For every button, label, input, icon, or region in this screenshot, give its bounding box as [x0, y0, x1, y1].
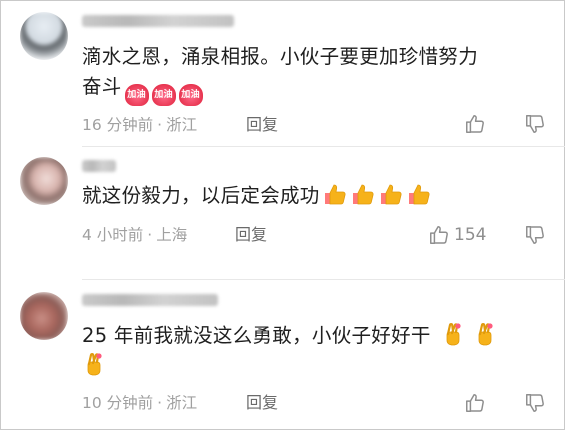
like-button[interactable] — [464, 392, 490, 414]
comment-text: 滴水之恩，涌泉相报。小伙子要更加珍惜努力 奋斗 加油 加油 加油 — [82, 42, 541, 106]
like-button[interactable] — [464, 113, 490, 135]
reply-button[interactable]: 回复 — [235, 224, 267, 246]
username-blurred[interactable] — [82, 15, 234, 27]
thumbs-up-emoji — [380, 184, 402, 205]
comment-text: 就这份毅力，以后定会成功 — [82, 181, 541, 211]
comment-meta: 10 分钟前 · 浙江 — [82, 394, 198, 412]
comment-meta: 4 小时前 · 上海 — [82, 226, 188, 244]
reply-button[interactable]: 回复 — [246, 392, 278, 414]
comment-text-line1: 滴水之恩，涌泉相报。小伙子要更加珍惜努力 — [82, 45, 479, 68]
comment-location: 浙江 — [166, 116, 198, 134]
comment-item: 滴水之恩，涌泉相报。小伙子要更加珍惜努力 奋斗 加油 加油 加油 16 分钟前 · 浙江 … — [0, 0, 565, 148]
comment-text-line2: 奋斗 — [82, 75, 122, 98]
thumbs-up-emoji — [408, 184, 430, 205]
username-blurred[interactable] — [82, 160, 116, 172]
avatar[interactable] — [20, 12, 68, 60]
comment-location: 浙江 — [166, 394, 198, 412]
like-count: 154 — [454, 225, 487, 245]
username-blurred[interactable] — [82, 294, 218, 306]
jiayou-heart-sticker: 加油 — [151, 84, 176, 106]
comment-time: 16 分钟前 — [82, 116, 154, 134]
thumbs-up-icon — [464, 113, 486, 135]
dislike-button[interactable] — [524, 224, 546, 246]
jiayou-heart-sticker: 加油 — [124, 84, 149, 106]
avatar[interactable] — [20, 157, 68, 205]
thumbs-down-icon — [524, 392, 546, 414]
thumbs-up-emoji — [324, 184, 346, 205]
crossed-fingers-emoji — [446, 323, 461, 346]
divider — [82, 146, 565, 147]
crossed-fingers-emoji — [478, 323, 493, 346]
comment-text-line: 就这份毅力，以后定会成功 — [82, 184, 320, 207]
avatar[interactable] — [20, 292, 68, 340]
like-button[interactable]: 154 — [428, 224, 486, 246]
comment-time: 4 小时前 — [82, 226, 144, 244]
jiayou-heart-sticker: 加油 — [178, 84, 203, 106]
comment-location: 上海 — [156, 226, 188, 244]
crossed-fingers-emoji — [87, 353, 102, 376]
dislike-button[interactable] — [524, 392, 546, 414]
comment-item: 就这份毅力，以后定会成功 4 小时前 · 上海 回复 154 — [0, 148, 565, 280]
thumbs-down-icon — [524, 113, 546, 135]
dislike-button[interactable] — [524, 113, 546, 135]
comment-text-line: 25 年前我就没这么勇敢，小伙子好好干 — [82, 324, 431, 347]
reply-button[interactable]: 回复 — [246, 114, 278, 136]
comment-text: 25 年前我就没这么勇敢，小伙子好好干 — [82, 321, 541, 381]
thumbs-up-emoji — [352, 184, 374, 205]
thumbs-up-icon — [464, 392, 486, 414]
comment-item: 25 年前我就没这么勇敢，小伙子好好干 10 分钟前 · 浙江 回复 — [0, 280, 565, 430]
thumbs-down-icon — [524, 224, 546, 246]
comment-meta: 16 分钟前 · 浙江 — [82, 116, 198, 134]
thumbs-up-icon — [428, 224, 450, 246]
comment-time: 10 分钟前 — [82, 394, 154, 412]
